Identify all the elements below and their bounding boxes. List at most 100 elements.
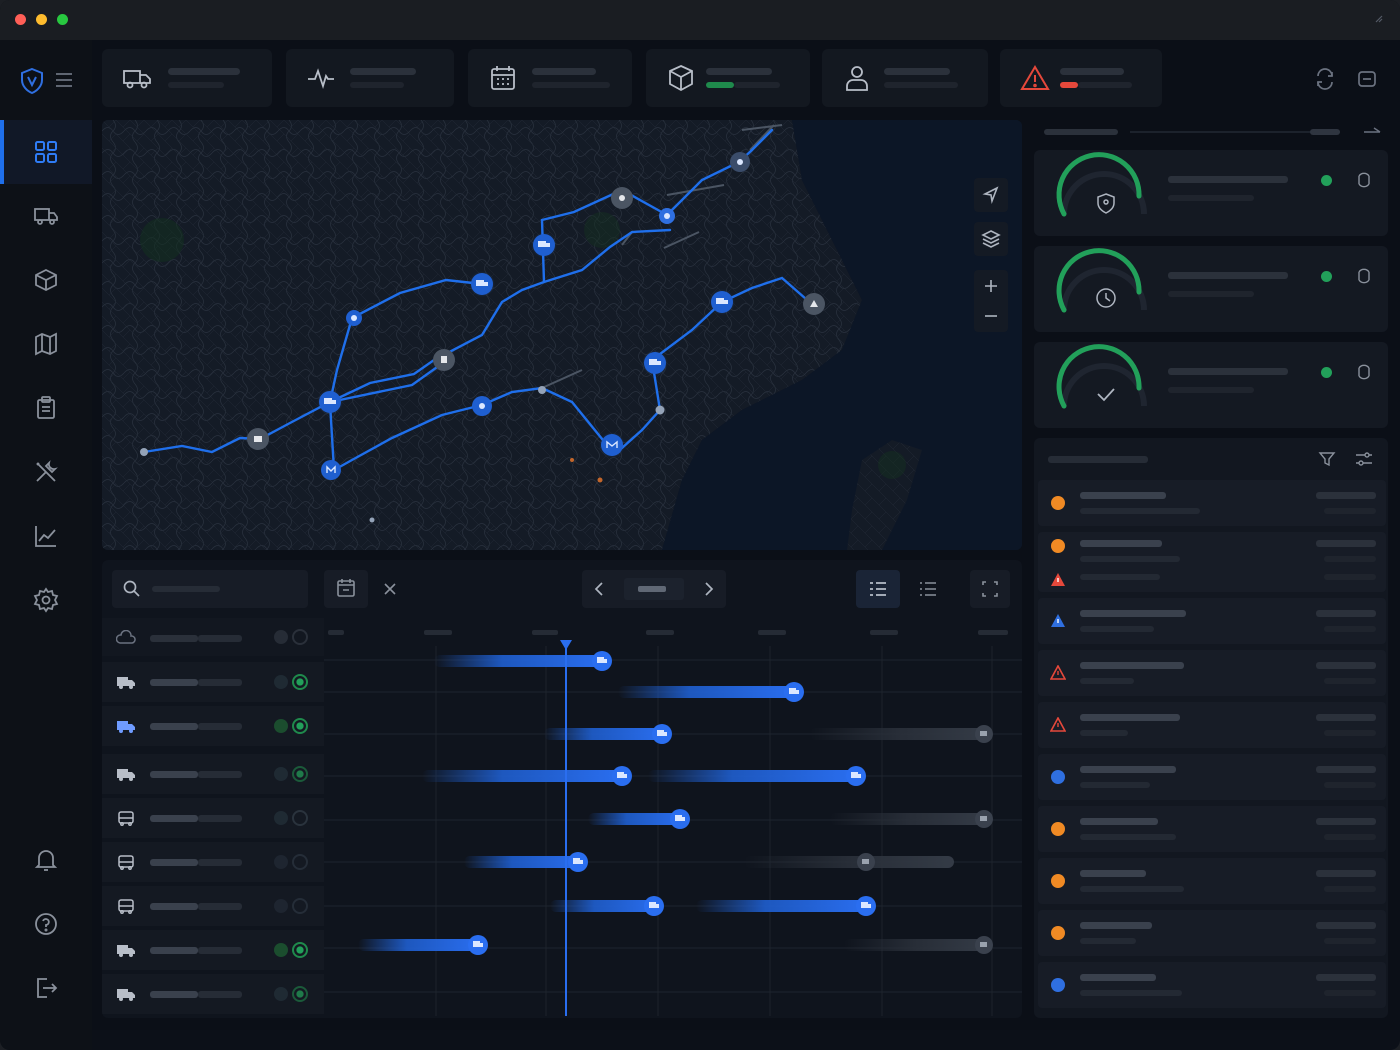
sidebar-item-help[interactable] (0, 892, 92, 956)
alert-meta-placeholder (1324, 938, 1376, 944)
alert-sub-placeholder (1080, 730, 1128, 736)
timeline-fullscreen-button[interactable] (970, 570, 1010, 608)
warning-triangle-icon (1020, 65, 1050, 90)
alert-row[interactable] (1038, 962, 1386, 1008)
kpi-value-placeholder (532, 68, 596, 75)
vehicle-row[interactable] (102, 798, 324, 838)
kpi-card-schedule[interactable] (468, 49, 632, 107)
alert-row[interactable] (1038, 598, 1386, 644)
alert-title-placeholder (1080, 870, 1146, 877)
vehicle-row[interactable] (102, 706, 324, 746)
alert-row[interactable] (1038, 858, 1386, 904)
refresh-icon[interactable] (1356, 172, 1372, 188)
date-range-chip[interactable] (624, 578, 684, 600)
kpi-card-activity[interactable] (286, 49, 454, 107)
vehicle-row[interactable] (102, 754, 324, 794)
route-map[interactable] (102, 120, 1022, 550)
sidebar-item-logout[interactable] (0, 956, 92, 1020)
alert-row[interactable] (1038, 806, 1386, 852)
vehicle-sub-placeholder (198, 903, 242, 910)
sidebar-item-orders[interactable] (0, 376, 92, 440)
refresh-icon[interactable] (1356, 68, 1378, 90)
vehicle-name-placeholder (150, 679, 198, 686)
sidebar-item-routes[interactable] (0, 312, 92, 376)
settings-sliders-icon[interactable] (1354, 450, 1374, 468)
close-window-button[interactable] (15, 14, 26, 25)
orange-dot-icon (1051, 822, 1065, 836)
alert-row[interactable] (1038, 754, 1386, 800)
view-detailed-button[interactable] (856, 570, 900, 608)
box-icon (35, 268, 57, 292)
collapse-icon[interactable] (1362, 126, 1382, 138)
view-list-button[interactable] (906, 570, 950, 608)
vehicle-row[interactable] (102, 886, 324, 926)
panel-title-placeholder (1044, 129, 1118, 135)
gauge-title-placeholder (1168, 176, 1288, 183)
status-dot-online (1321, 175, 1332, 186)
alert-row[interactable] (1038, 910, 1386, 956)
sync-icon[interactable] (1314, 68, 1336, 90)
alert-meta-placeholder (1324, 834, 1376, 840)
sidebar-item-inventory[interactable] (0, 248, 92, 312)
sidebar-item-maintenance[interactable] (0, 440, 92, 504)
next-icon[interactable] (692, 570, 726, 608)
alert-row[interactable] (1038, 702, 1386, 748)
map-canvas[interactable] (102, 120, 1022, 550)
alert-row[interactable] (1038, 480, 1386, 526)
gauge-card-ontime[interactable] (1034, 246, 1388, 332)
dashboard-grid-icon (35, 141, 57, 163)
maximize-window-button[interactable] (57, 14, 68, 25)
kpi-card-alerts[interactable] (1000, 49, 1162, 107)
refresh-icon[interactable] (1356, 364, 1372, 380)
map-locate-button[interactable] (974, 178, 1008, 212)
kpi-alert-bar (1060, 82, 1078, 88)
shield-logo-icon[interactable] (20, 68, 44, 94)
vehicle-row[interactable] (102, 842, 324, 882)
zoom-out-icon[interactable] (974, 302, 1008, 332)
vehicle-row[interactable] (102, 930, 324, 970)
gauge-sub-placeholder (1168, 291, 1254, 297)
sidebar-item-settings[interactable] (0, 568, 92, 632)
kpi-card-shipments[interactable] (646, 49, 810, 107)
blue-triangle-icon (1051, 614, 1065, 627)
minimize-window-button[interactable] (36, 14, 47, 25)
sidebar (0, 40, 92, 1050)
kpi-label-placeholder (734, 82, 780, 88)
vehicle-row[interactable] (102, 662, 324, 702)
prev-icon[interactable] (582, 570, 616, 608)
alert-time-placeholder (1316, 714, 1376, 721)
refresh-icon[interactable] (1356, 268, 1372, 284)
truck-icon (117, 945, 135, 957)
status-ring (292, 854, 308, 870)
kpi-card-vehicles[interactable] (102, 49, 272, 107)
zoom-in-icon[interactable] (974, 270, 1008, 300)
map-icon (35, 332, 57, 356)
sidebar-item-fleet[interactable] (0, 184, 92, 248)
status-ring (292, 766, 308, 782)
timeline-calendar-button[interactable] (324, 570, 368, 608)
filter-icon[interactable] (1318, 450, 1336, 468)
sidebar-item-dashboard[interactable] (0, 120, 92, 184)
vehicle-name-placeholder (150, 947, 198, 954)
bus-icon (118, 811, 134, 826)
map-layers-button[interactable] (974, 222, 1008, 256)
kpi-value-placeholder (350, 68, 416, 75)
activity-pulse-icon (308, 68, 334, 89)
alert-row[interactable] (1038, 650, 1386, 696)
status-indicator (274, 855, 288, 869)
gauge-card-safety[interactable] (1034, 150, 1388, 236)
gauge-sub-placeholder (1168, 387, 1254, 393)
alert-row[interactable] (1038, 532, 1386, 592)
sidebar-item-analytics[interactable] (0, 504, 92, 568)
kpi-card-drivers[interactable] (822, 49, 988, 107)
alert-sub-placeholder (1080, 990, 1182, 996)
window-resize-icon[interactable] (1374, 14, 1384, 24)
gauge-card-completion[interactable] (1034, 342, 1388, 428)
vehicle-row[interactable] (102, 618, 324, 656)
menu-icon[interactable] (55, 72, 73, 88)
timeline-clear-button[interactable] (372, 570, 408, 608)
vehicle-row[interactable] (102, 974, 324, 1014)
sidebar-item-notifications[interactable] (0, 828, 92, 892)
timeline-search-input[interactable] (112, 570, 308, 608)
alert-sub-placeholder (1080, 508, 1200, 514)
